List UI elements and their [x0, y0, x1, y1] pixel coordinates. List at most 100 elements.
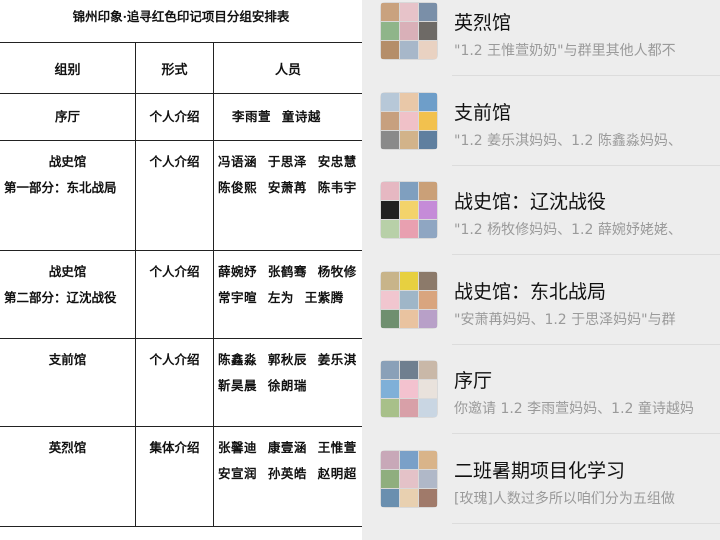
member-avatar-tile [381, 399, 399, 417]
member-avatar-tile [419, 361, 437, 379]
member-avatar-tile [381, 130, 399, 149]
people-line: 张馨迪 康壹涵 王惟萱 [218, 440, 357, 455]
member-avatar-tile [381, 450, 399, 469]
form-cell: 个人介绍 [135, 338, 214, 427]
divider [452, 522, 720, 524]
people-line: 陈鑫淼 郭秋辰 姜乐淇 [218, 352, 357, 367]
divider [452, 164, 720, 166]
people-line: 靳昊晨 徐朗瑞 [218, 378, 307, 393]
group-line: 英烈馆 [48, 440, 87, 455]
member-avatar-tile [381, 3, 399, 21]
document-title: 锦州印象·追寻红色印记项目分组安排表 [72, 9, 290, 24]
chat-name: 英烈馆 [454, 12, 512, 34]
group-line: 战史馆 [48, 264, 87, 279]
people-cell: 陈鑫淼 郭秋辰 姜乐淇 靳昊晨 徐朗瑞 [213, 338, 362, 427]
chat-preview: "1.2 姜乐淇妈妈、1.2 陈鑫淼妈妈、 [454, 132, 682, 149]
member-avatar-tile [381, 469, 399, 488]
member-avatar-tile [400, 41, 418, 59]
group-avatar [380, 2, 438, 60]
people-cell: 张馨迪 康壹涵 王惟萱 安宣润 孙英皓 赵明超 [213, 426, 362, 527]
divider [452, 254, 720, 255]
member-avatar-tile [419, 201, 437, 219]
member-avatar-tile [400, 290, 418, 309]
divider [452, 75, 720, 76]
table-row: 英烈馆 集体介绍 张馨迪 康壹涵 王惟萱 安宣润 孙英皓 赵明超 [0, 426, 362, 527]
people-cell: 冯语涵 于思泽 安忠慧 陈俊熙 安萧苒 陈韦宇 [213, 140, 362, 251]
form-cell: 个人介绍 [135, 140, 214, 251]
member-avatar-tile [400, 3, 418, 21]
member-avatar-tile [419, 309, 437, 328]
header-form: 形式 [135, 42, 214, 94]
member-avatar-tile [381, 380, 399, 398]
member-avatar-tile [400, 361, 418, 379]
chat-name: 序厅 [454, 370, 493, 392]
member-avatar-tile [419, 92, 437, 111]
chat-preview: "1.2 王惟萱奶奶"与群里其他人都不 [454, 43, 676, 59]
member-avatar-tile [419, 290, 437, 309]
member-avatar-tile [419, 450, 437, 469]
member-avatar-tile [400, 450, 418, 469]
form-cell: 个人介绍 [135, 250, 214, 339]
group-avatar [380, 181, 438, 239]
member-avatar-tile [381, 201, 399, 219]
chat-preview: [玫瑰]人数过多所以咱们分为五组做 [454, 490, 675, 507]
member-avatar-tile [400, 469, 418, 488]
people-line: 李雨萱 童诗越 [232, 109, 321, 124]
chat-name: 战史馆：东北战局 [454, 280, 607, 303]
member-avatar-tile [381, 488, 399, 507]
chat-list-item[interactable]: 二班暑期项目化学习 [玫瑰]人数过多所以咱们分为五组做 [362, 436, 720, 524]
group-line: 战史馆 [48, 154, 87, 169]
chat-list-item[interactable]: 支前馆 "1.2 姜乐淇妈妈、1.2 陈鑫淼妈妈、 [362, 78, 720, 166]
member-avatar-tile [419, 380, 437, 398]
member-avatar-tile [381, 361, 399, 379]
member-avatar-tile [419, 111, 437, 130]
table-row: 序厅 个人介绍 李雨萱 童诗越 [0, 93, 362, 141]
member-avatar-tile [400, 399, 418, 417]
group-line: 第一部分：东北战局 [4, 180, 117, 195]
chat-list[interactable]: 英烈馆 "1.2 王惟萱奶奶"与群里其他人都不支前馆 "1.2 姜乐淇妈妈、1.2 … [362, 0, 720, 540]
table-row: 战史馆 第一部分：东北战局 个人介绍 冯语涵 于思泽 安忠慧 陈俊熙 安萧苒 陈韦宇 [0, 140, 362, 251]
header-group: 组别 [0, 42, 136, 94]
member-avatar-tile [419, 182, 437, 200]
form-text: 个人介绍 [149, 109, 200, 124]
chat-list-item[interactable]: 战史馆：东北战局 "安萧苒妈妈、1.2 于思泽妈妈"与群 [362, 257, 720, 345]
group-avatar [380, 360, 438, 418]
member-avatar-tile [400, 380, 418, 398]
chat-list-item[interactable]: 英烈馆 "1.2 王惟萱奶奶"与群里其他人都不 [362, 0, 720, 76]
people-cell: 李雨萱 童诗越 [213, 93, 362, 141]
group-line: 支前馆 [48, 352, 87, 367]
member-avatar-tile [400, 130, 418, 149]
chat-preview: "1.2 杨牧修妈妈、1.2 薛婉妤姥姥、 [454, 222, 682, 238]
group-cell: 战史馆第一部分：东北战局 [0, 140, 136, 251]
group-avatar [380, 270, 438, 329]
people-line: 冯语涵 于思泽 安忠慧 [218, 154, 357, 169]
member-avatar-tile [381, 22, 399, 40]
table-header-row: 组别 形式 人员 [0, 42, 362, 94]
chat-preview: "安萧苒妈妈、1.2 于思泽妈妈"与群 [454, 311, 676, 328]
member-avatar-tile [419, 3, 437, 21]
divider [452, 433, 720, 434]
form-cell: 个人介绍 [135, 93, 214, 141]
group-avatar [380, 91, 438, 150]
member-avatar-tile [400, 271, 418, 290]
member-avatar-tile [419, 220, 437, 238]
people-cell: 薛婉妤 张鹤骞 杨牧修 常宇暄 左为 王紫腾 [213, 250, 362, 339]
chat-list-item[interactable]: 战史馆：辽沈战役 "1.2 杨牧修妈妈、1.2 薛婉妤姥姥、 [362, 167, 720, 255]
member-avatar-tile [419, 22, 437, 40]
member-avatar-tile [381, 111, 399, 130]
member-avatar-tile [419, 488, 437, 507]
group-line: 序厅 [54, 109, 80, 124]
member-avatar-tile [381, 41, 399, 59]
member-avatar-tile [381, 290, 399, 309]
chat-name: 二班暑期项目化学习 [454, 459, 626, 482]
table-row: 支前馆 个人介绍 陈鑫淼 郭秋辰 姜乐淇 靳昊晨 徐朗瑞 [0, 338, 362, 427]
member-avatar-tile [419, 469, 437, 488]
group-cell: 战史馆 第二部分：辽沈战役 [0, 250, 136, 339]
member-avatar-tile [381, 271, 399, 290]
group-avatar [380, 449, 438, 508]
chat-list-item[interactable]: 序厅 你邀请 1.2 李雨萱妈妈、1.2 童诗越妈 [362, 346, 720, 434]
group-table: 组别 形式 人员 序厅 个人介绍 李雨萱 童诗越 战史馆 第一部分：东北战局 个人介绍 冯语… [0, 42, 362, 527]
member-avatar-tile [400, 111, 418, 130]
member-avatar-tile [381, 92, 399, 111]
people-line: 陈俊熙 安萧苒 陈韦宇 [218, 180, 357, 195]
